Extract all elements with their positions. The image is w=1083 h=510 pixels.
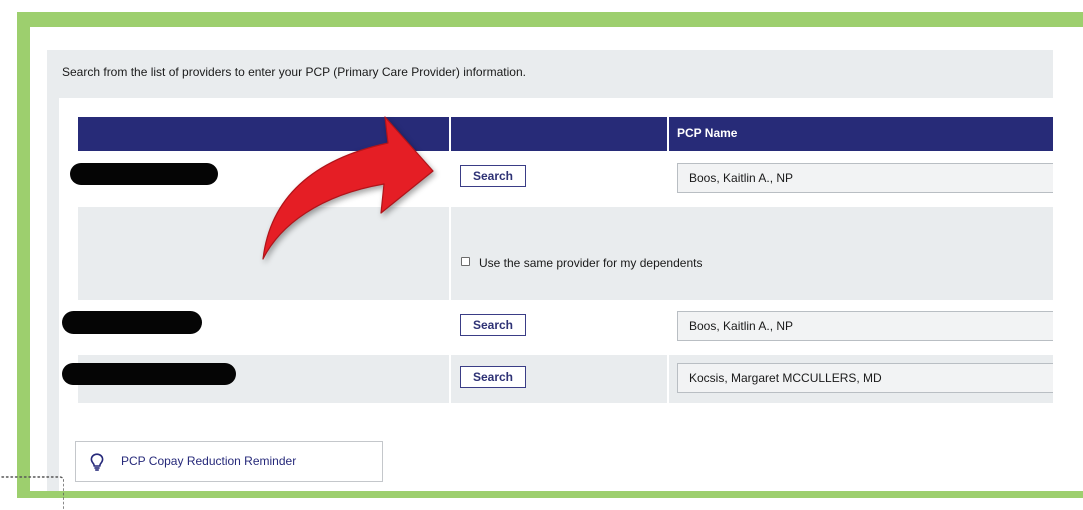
pcp-name-field[interactable]: Boos, Kaitlin A., NP: [677, 311, 1053, 341]
copay-reminder-link[interactable]: PCP Copay Reduction Reminder: [75, 441, 383, 482]
pcp-name-field[interactable]: Boos, Kaitlin A., NP: [677, 163, 1053, 193]
intro-text: Search from the list of providers to ent…: [62, 65, 526, 79]
lightbulb-icon: [90, 453, 104, 471]
dotted-callout-corner: [1, 476, 64, 510]
copay-reminder-label: PCP Copay Reduction Reminder: [121, 454, 297, 468]
redacted-member-name: [62, 311, 202, 334]
redacted-member-name: [70, 163, 218, 185]
same-provider-checkbox-label[interactable]: Use the same provider for my dependents: [479, 256, 702, 270]
left-gutter: [47, 98, 59, 491]
dependents-row-member-cell: [78, 207, 449, 300]
dependents-row-option-cell: [451, 207, 1053, 300]
search-button[interactable]: Search: [460, 366, 526, 388]
search-button[interactable]: Search: [460, 165, 526, 187]
header-cell-member: [78, 117, 449, 151]
redacted-member-name: [62, 363, 236, 385]
same-provider-checkbox[interactable]: [461, 257, 470, 266]
search-button[interactable]: Search: [460, 314, 526, 336]
pcp-name-field[interactable]: Kocsis, Margaret MCCULLERS, MD: [677, 363, 1053, 393]
pcp-name-header: PCP Name: [677, 126, 738, 140]
header-cell-search: [451, 117, 667, 151]
